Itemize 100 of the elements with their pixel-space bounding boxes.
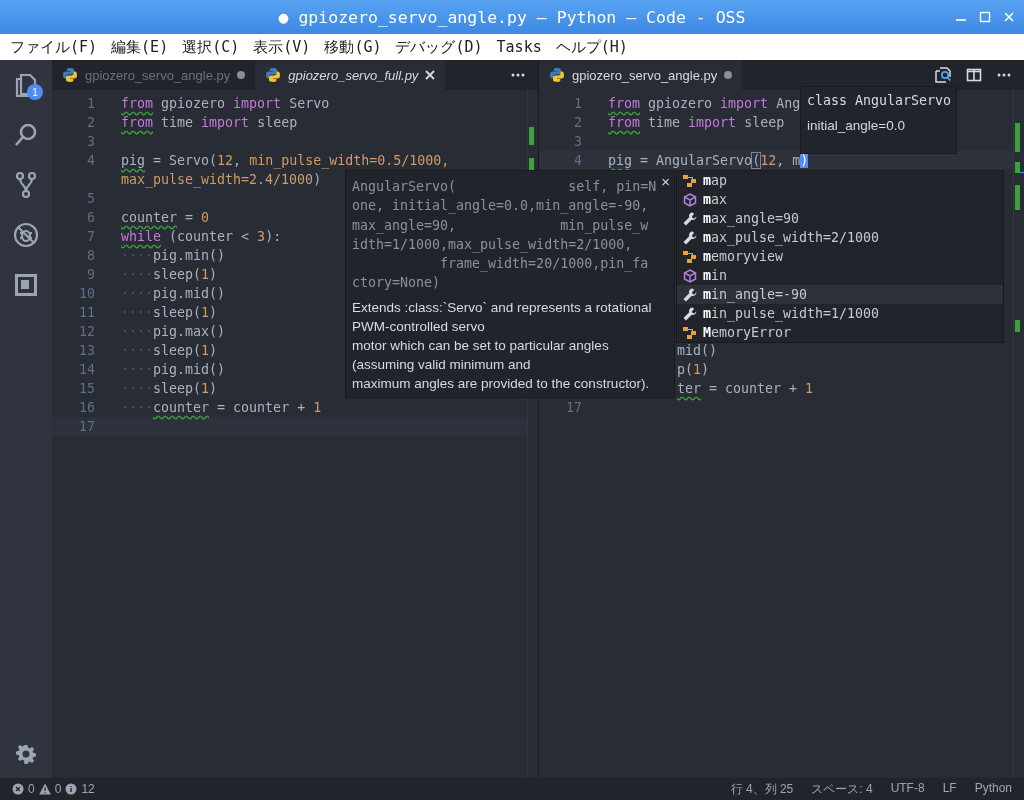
maximize-icon[interactable]: [978, 10, 992, 24]
close-icon[interactable]: [425, 70, 436, 80]
editor-tab[interactable]: gpiozero_servo_full.py: [255, 60, 446, 90]
file-type-icon: [62, 67, 78, 83]
wrench-icon: [683, 230, 697, 245]
description-text: Extends :class:`Servo` and represents a rotational: [352, 298, 653, 317]
branch-icon[interactable]: [15, 171, 37, 199]
cube-icon: [683, 192, 697, 207]
suggestion-item[interactable]: MemoryError: [677, 323, 1003, 342]
signature-line: one, initial_angle=0.0,min_angle=-90,: [352, 197, 649, 216]
line-number: 13: [78, 343, 96, 358]
file-type-icon: [265, 67, 282, 83]
status-item[interactable]: LF: [942, 780, 957, 798]
line-number: 12: [78, 324, 96, 339]
signature-line: idth=1/1000,max_pulse_width=2/1000,: [352, 235, 633, 255]
class-icon: [683, 249, 697, 264]
search-document-icon[interactable]: [934, 66, 952, 84]
code-line: p(1): [677, 361, 710, 379]
menu-item[interactable]: 表示(V): [253, 37, 311, 57]
code-line: ····counter = counter + 1: [121, 399, 322, 417]
settings-icon[interactable]: [16, 744, 36, 764]
suggestion-item[interactable]: map: [677, 171, 1003, 190]
bug-icon[interactable]: [13, 222, 39, 248]
menu-item[interactable]: ファイル(F): [10, 37, 98, 57]
status-item[interactable]: 行 4、列 25: [730, 780, 794, 798]
line-number: 3: [573, 134, 583, 149]
change-marker: [529, 127, 534, 145]
suggestion-item[interactable]: min_angle=-90: [677, 285, 1003, 304]
extensions-icon[interactable]: [14, 273, 38, 297]
menu-item[interactable]: Tasks: [496, 38, 542, 56]
cube-icon: [683, 268, 697, 283]
class-icon: [683, 325, 697, 340]
code-line: pig = AngularServo(12, m): [608, 152, 809, 170]
menu-item[interactable]: 編集(E): [111, 37, 169, 57]
hint-parameter: initial_angle=0.0: [807, 118, 906, 133]
description-text: motor which can be set to particular angles: [352, 336, 610, 355]
code-line: ····sleep(1): [121, 380, 218, 398]
code-line: ····pig.min(): [121, 247, 226, 265]
error-count[interactable]: 0: [28, 782, 35, 796]
search-icon[interactable]: [13, 122, 39, 148]
code-line: from time import sleep: [121, 114, 298, 132]
info-count[interactable]: 12: [81, 782, 95, 796]
wrench-icon: [683, 306, 697, 321]
code-line: ter = counter + 1: [677, 380, 814, 398]
line-number: 6: [86, 210, 96, 225]
line-number: 7: [86, 229, 96, 244]
suggestion-item[interactable]: memoryview: [677, 247, 1003, 266]
status-item[interactable]: UTF-8: [890, 780, 925, 798]
files-icon[interactable]: [13, 71, 39, 99]
class-icon: [683, 173, 697, 188]
window-title: ● gpiozero_servo_angle.py — Python — Code - OSS: [278, 7, 746, 27]
code-line: ····pig.mid(): [121, 285, 226, 303]
suggestion-item[interactable]: max_pulse_width=2/1000: [677, 228, 1003, 247]
code-line: max_pulse_width=2.4/1000): [121, 171, 322, 189]
menu-item[interactable]: デバッグ(D): [395, 37, 483, 57]
status-item[interactable]: スペース: 4: [811, 780, 873, 798]
code-line: from gpiozero import Servo: [121, 95, 330, 113]
code-line: ····sleep(1): [121, 266, 218, 284]
code-line: from time import sleep: [608, 114, 785, 132]
split-editor-icon[interactable]: [966, 67, 982, 83]
code-line: counter = 0: [121, 209, 210, 227]
line-number: 10: [78, 286, 96, 301]
unsaved-dot: [724, 71, 733, 79]
description-text: (assuming valid minimum and: [352, 355, 532, 374]
line-number: 1: [86, 96, 96, 111]
menu-item[interactable]: ヘルプ(H): [555, 37, 628, 57]
code-line: from gpiozero import Ang: [608, 95, 801, 113]
line-number: 9: [86, 267, 96, 282]
signature-line: max_angle=90, min_pulse_w: [352, 216, 649, 235]
line-number: 3: [86, 134, 96, 149]
count-badge: 1: [27, 84, 43, 100]
line-number: 17: [565, 400, 583, 415]
code-line: ····pig.mid(): [121, 361, 226, 379]
menu-item[interactable]: 選択(C): [182, 37, 240, 57]
change-marker: [1015, 185, 1020, 210]
suggestion-item[interactable]: max: [677, 190, 1003, 209]
line-number: 8: [86, 248, 96, 263]
change-marker: [1015, 123, 1020, 152]
suggestion-item[interactable]: min: [677, 266, 1003, 285]
line-number: 16: [78, 400, 96, 415]
editor-tab[interactable]: gpiozero_servo_angle.py: [539, 60, 743, 90]
code-line: ····sleep(1): [121, 304, 218, 322]
file-type-icon: [549, 67, 565, 83]
unsaved-dot: [237, 71, 246, 79]
status-item[interactable]: Python: [974, 780, 1012, 798]
code-line: ····pig.max(): [121, 323, 226, 341]
line-number: 15: [78, 381, 96, 396]
line-number: 4: [86, 153, 96, 168]
line-number: 2: [573, 115, 583, 130]
menu-item[interactable]: 移動(G): [324, 37, 382, 57]
description-text: PWM-controlled servo: [352, 317, 486, 336]
signature-line: ctory=None): [352, 274, 441, 293]
info-icon: [65, 783, 78, 795]
close-button[interactable]: ×: [661, 173, 670, 190]
wrench-icon: [683, 211, 697, 226]
suggestion-item[interactable]: min_pulse_width=1/1000: [677, 304, 1003, 323]
line-number: 11: [78, 305, 96, 320]
warning-count[interactable]: 0: [54, 782, 62, 796]
suggestion-item[interactable]: max_angle=90: [677, 209, 1003, 228]
change-marker: [1015, 320, 1020, 332]
